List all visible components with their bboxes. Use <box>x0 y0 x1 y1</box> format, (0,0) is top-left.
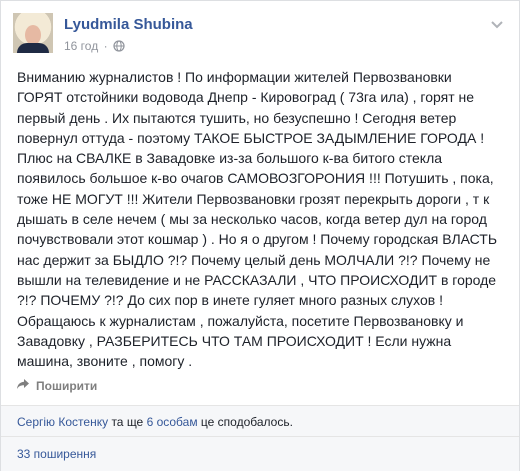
likes-suffix: це сподобалось. <box>197 415 293 429</box>
post-line: повернул оттуда - поэтому ТАКОЕ БЫСТРОЕ … <box>17 129 485 146</box>
share-button[interactable]: Поширити <box>16 378 97 393</box>
share-arrow-icon <box>16 378 30 393</box>
post-line: вышли на телевидение и не РАССКАЗАЛИ , Ч… <box>17 271 497 288</box>
author-name[interactable]: Lyudmila Shubina <box>64 16 193 33</box>
avatar-shirt <box>17 43 49 53</box>
post-line: почувствовали этот кошмар ) . Но я о дру… <box>17 231 498 248</box>
post-line: дышать в селе нечем ( мы за несколько ча… <box>17 211 487 228</box>
post-meta: 16 год · <box>64 39 125 55</box>
post-line: Обращаюсь к журналистам , пожалуйста, по… <box>17 312 464 329</box>
chevron-down-icon[interactable] <box>490 17 504 35</box>
post-line: ?!? ПОЧЕМУ ?!? До сих пор в инете гуляет… <box>17 292 443 309</box>
post-line: нас держит за БЫДЛО ?!? Почему целый ден… <box>17 251 491 268</box>
meta-separator: · <box>103 39 108 53</box>
post-line: ГОРЯТ отстойники водовода Днепр - Кирово… <box>17 89 475 106</box>
post-card: Lyudmila Shubina 16 год · Вниманию журна… <box>0 0 520 471</box>
likes-connector: та ще <box>108 415 147 429</box>
post-line: тоже НЕ МОГУТ !!! Жители Первозвановки г… <box>17 190 490 207</box>
avatar[interactable] <box>13 13 53 53</box>
post-line: появилось большое к-во очагов САМОВОЗГОР… <box>17 170 494 187</box>
post-line: Плюс на СВАЛКЕ в Завадовке из-за большог… <box>17 150 443 167</box>
globe-icon[interactable] <box>113 40 125 55</box>
post-line: Завадовку , РАЗБЕРИТЕСЬ ЧТО ТАМ ПРОИСХОД… <box>17 332 452 349</box>
post-line: Вниманию журналистов ! По информации жит… <box>17 69 452 85</box>
post-line: машина, звоните , помогу . <box>17 353 193 370</box>
post-body: Вниманию журналистов ! По информации жит… <box>17 67 509 371</box>
likes-summary: Сергію Костенку та ще 6 особам це сподоб… <box>17 415 293 429</box>
share-label: Поширити <box>36 378 98 393</box>
liker-link[interactable]: Сергію Костенку <box>17 415 108 429</box>
avatar-face <box>25 25 41 45</box>
post-line: первый день . Их пытаются тушить, но без… <box>17 109 457 126</box>
likes-others-link[interactable]: 6 особам <box>147 415 198 429</box>
post-time[interactable]: 16 год <box>64 39 98 53</box>
shares-count[interactable]: 33 поширення <box>17 447 96 461</box>
